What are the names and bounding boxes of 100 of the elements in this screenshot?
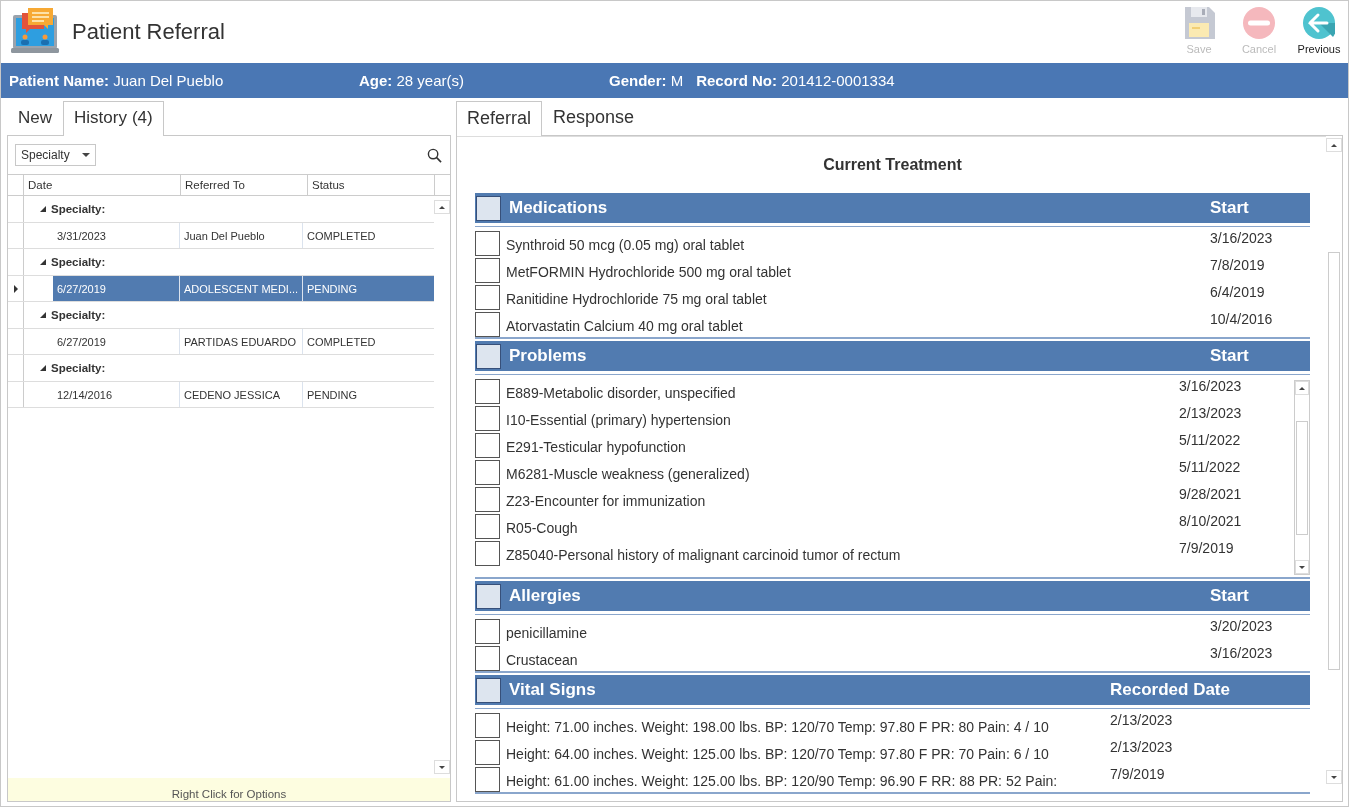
checkbox[interactable] [475,740,500,765]
referral-row[interactable]: 12/14/2016 CEDENO JESSICA PENDING [53,382,434,407]
date-heading: Start [1210,198,1250,218]
scroll-up-icon[interactable] [1331,143,1337,147]
table-cell: ADOLESCENT MEDI... [180,276,303,301]
tab[interactable]: History (4) [63,101,164,136]
item-date: 10/4/2016 [1210,310,1274,327]
table-cell: CEDENO JESSICA [180,382,303,407]
checkbox[interactable] [475,767,500,792]
item-text: Z85040-Personal history of malignant carcinoid tumor of rectum [506,547,901,565]
item-date: 9/28/2021 [1179,485,1243,502]
item-text: Synthroid 50 mcg (0.05 mg) oral tablet [506,237,745,255]
tab[interactable]: Response [542,101,646,135]
checkbox[interactable] [475,433,500,458]
checkbox[interactable] [475,258,500,283]
item-text: Ranitidine Hydrochloride 75 mg oral tablet [506,291,767,309]
patient-field: Gender: M [609,72,684,89]
item-text: E291-Testicular hypofunction [506,439,686,457]
column-header[interactable]: Date [24,175,181,195]
checkbox[interactable] [476,583,501,609]
item-text: I10-Essential (primary) hypertension [506,412,731,430]
table-cell: 12/14/2016 [53,382,180,407]
checkbox[interactable] [476,343,501,369]
checkbox[interactable] [475,619,500,644]
section-heading: Allergies [509,586,581,606]
item-text: E889-Metabolic disorder, unspecified [506,385,736,403]
expand-triangle-icon [40,365,46,371]
column-header[interactable]: Status [308,175,435,195]
table-cell-text: COMPLETED [306,228,377,244]
checkbox[interactable] [475,285,500,310]
item-date: 3/16/2023 [1179,377,1243,394]
table-cell: PARTIDAS EDUARDO [180,329,303,354]
section-heading: Vital Signs [509,680,596,700]
checkbox[interactable] [475,541,500,566]
item-date: 3/16/2023 [1210,229,1274,246]
checkbox[interactable] [476,195,501,221]
item-date: 5/11/2022 [1179,458,1242,475]
group-row[interactable]: Specialty: [24,302,106,328]
column-header[interactable]: Referred To [181,175,308,195]
caret-icon [82,153,90,157]
date-heading: Start [1210,346,1250,366]
item-date: 7/8/2019 [1210,256,1266,273]
section-heading: Medications [509,198,608,218]
table-cell-text: PENDING [306,281,359,297]
item-date: 2/13/2023 [1179,404,1243,421]
item-date: 7/9/2019 [1110,765,1166,782]
item-date: 5/11/2022 [1179,431,1242,448]
checkbox[interactable] [476,677,501,703]
item-text: R05-Cough [506,520,578,538]
scroll-down-icon[interactable] [1331,775,1337,779]
item-date: 6/4/2019 [1210,283,1266,300]
window-title: Patient Referral [72,19,225,45]
scroll-down-icon[interactable] [1299,565,1305,569]
item-text: Atorvastatin Calcium 40 mg oral tablet [506,318,743,336]
group-row[interactable]: Specialty: [24,355,106,381]
expand-triangle-icon [40,206,46,212]
item-text: Height: 71.00 inches. Weight: 198.00 lbs. BP: 120/70 Temp: 97.80 F PR: 80 Pain: 4 / 10 [506,719,1049,737]
table-cell: Juan Del Pueblo [180,223,303,248]
scroll-down-icon[interactable] [439,765,445,769]
item-date: 7/9/2019 [1179,539,1235,556]
referral-row[interactable]: 6/27/2019 PARTIDAS EDUARDO COMPLETED [53,329,434,354]
search-icon[interactable] [427,147,442,163]
specialty-dropdown[interactable]: Specialty [15,144,96,166]
table-cell: 6/27/2019 [53,329,180,354]
checkbox[interactable] [475,713,500,738]
item-text: Crustacean [506,652,578,670]
date-heading: Recorded Date [1110,680,1231,700]
patient-field: Age: 28 year(s) [359,72,609,89]
checkbox[interactable] [475,312,500,337]
item-text: Z23-Encounter for immunization [506,493,706,511]
referral-row[interactable]: 3/31/2023 Juan Del Pueblo COMPLETED [53,223,434,248]
table-cell: 6/27/2019 [53,276,180,301]
group-row[interactable]: Specialty: [24,196,106,222]
item-date: 3/16/2023 [1210,644,1274,661]
scroll-up-icon[interactable] [1299,386,1305,390]
group-row[interactable]: Specialty: [24,249,106,275]
checkbox[interactable] [475,231,500,256]
previous-button[interactable]: Previous [1292,7,1346,55]
checkbox[interactable] [475,379,500,404]
table-cell: 3/31/2023 [53,223,180,248]
tab[interactable]: Referral [456,101,543,136]
checkbox[interactable] [475,460,500,485]
referral-row[interactable]: 6/27/2019 ADOLESCENT MEDI... PENDING [53,276,434,301]
scroll-up-icon[interactable] [439,205,445,209]
item-text: Height: 61.00 inches. Weight: 125.00 lbs. BP: 120/90 Temp: 96.90 F RR: 88 PR: 52 Pain: [506,773,1058,791]
checkbox[interactable] [475,646,500,671]
row-pointer-icon [13,284,18,293]
tab[interactable]: New [7,101,63,135]
item-date: 8/10/2021 [1179,512,1243,529]
checkbox[interactable] [475,406,500,431]
expand-triangle-icon [40,312,46,318]
patient-field: Record No: 201412-0001334 [696,72,895,89]
checkbox[interactable] [475,514,500,539]
item-text: M6281-Muscle weakness (generalized) [506,466,750,484]
table-cell-text: COMPLETED [306,334,377,350]
scrollbar[interactable] [1294,380,1310,575]
patient-field: Patient Name: Juan Del Pueblo [9,72,359,89]
minus-circle-icon [1243,7,1275,39]
expand-triangle-icon [40,259,46,265]
checkbox[interactable] [475,487,500,512]
